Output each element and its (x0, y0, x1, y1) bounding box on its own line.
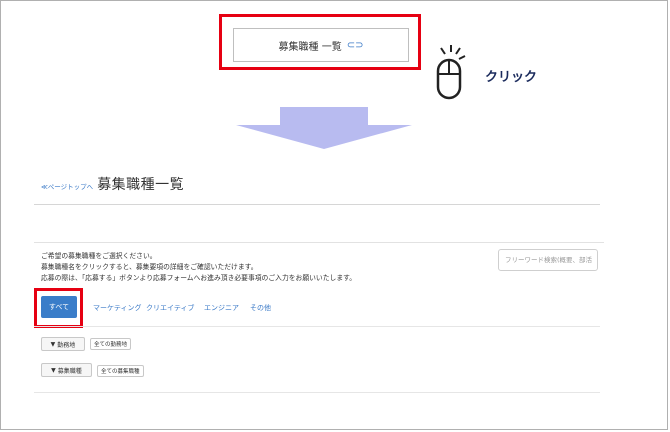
location-filter-tag[interactable]: 全ての勤務地 (90, 338, 132, 350)
title-divider (34, 204, 600, 205)
tab-marketing[interactable]: マーケティング (93, 303, 141, 313)
job-type-filter-button[interactable]: ▼ 募集職種 (41, 363, 92, 377)
location-filter-label: 勤務地 (57, 341, 76, 349)
tab-creative[interactable]: クリエイティブ (146, 303, 194, 313)
intro-line: ご希望の募集職種をご選択ください。 (41, 252, 157, 260)
job-type-filter-tag[interactable]: 全ての募集職種 (97, 365, 144, 377)
job-type-filter-label: 募集職種 (57, 367, 82, 375)
intro-text: ご希望の募集職種をご選択ください。 募集職種名をクリックすると、募集要項の詳細を… (41, 251, 356, 284)
location-filter-button[interactable]: ▼ 勤務地 (41, 337, 85, 351)
bottom-divider (34, 392, 600, 393)
tab-other[interactable]: その他 (250, 303, 271, 313)
freeword-search-input[interactable]: フリーワード検索(概要、部活 (498, 249, 598, 271)
tab-engineer[interactable]: エンジニア (204, 303, 239, 313)
filter-icon: ▼ (51, 366, 56, 374)
page-title: 募集職種一覧 (97, 177, 185, 193)
filter-icon: ▼ (50, 340, 56, 348)
intro-line: 募集職種名をクリックすると、募集要項の詳細をご確認いただけます。 (41, 263, 258, 271)
tab-all[interactable]: すべて (41, 296, 77, 318)
job-list-button-label: 募集職種 一覧 (278, 41, 342, 53)
breadcrumb-link[interactable]: ≪ページトップへ (41, 181, 93, 191)
job-list-button[interactable]: 募集職種 一覧 ⊂⊃ (233, 28, 409, 62)
tabs-divider (34, 326, 600, 327)
link-icon: ⊂⊃ (346, 39, 364, 51)
mouse-click-icon (425, 42, 485, 102)
breadcrumb: ≪ページトップへ 募集職種一覧 (41, 174, 184, 194)
intro-line: 応募の際は、「応募する」ボタンより応募フォームへお進み頂き必要事項のご入力をお願… (41, 274, 357, 282)
click-label: クリック (485, 70, 538, 85)
down-arrow-icon (236, 107, 412, 153)
